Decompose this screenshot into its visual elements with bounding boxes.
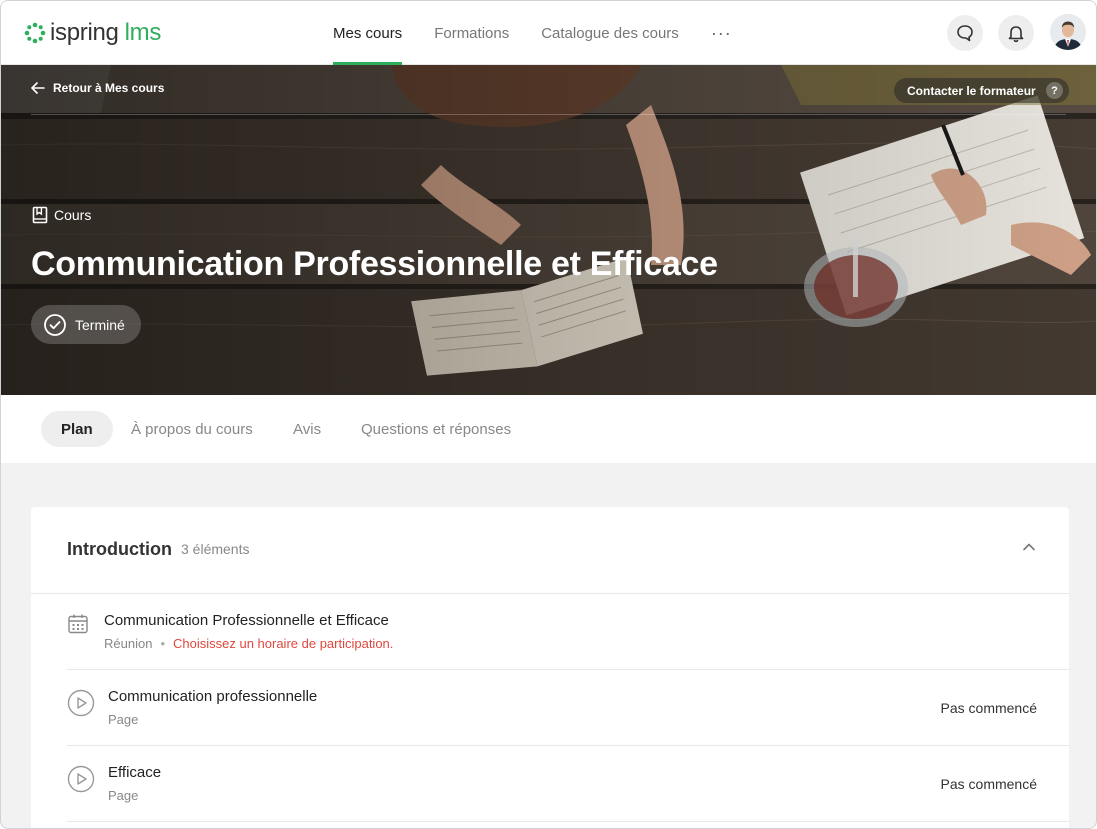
user-avatar[interactable] (1050, 14, 1086, 50)
item-title: Communication professionnelle (108, 688, 318, 705)
tab-reviews[interactable]: Avis (293, 411, 321, 447)
nav-more-button[interactable]: ··· (711, 1, 732, 65)
course-tabs: Plan À propos du cours Avis Questions et… (1, 395, 1096, 463)
item-type: Page (108, 788, 139, 803)
section-title: Introduction (67, 539, 172, 559)
check-circle-icon (44, 313, 66, 336)
help-icon: ? (1046, 82, 1063, 99)
calendar-icon (68, 614, 88, 634)
notifications-button[interactable] (998, 15, 1034, 51)
section-item-count: 3 éléments (181, 541, 250, 557)
completion-status-badge: Terminé (31, 305, 141, 344)
list-item[interactable]: Communication Professionnelle et Efficac… (67, 594, 1069, 670)
main-nav: Mes cours Formations Catalogue des cours… (333, 1, 732, 65)
item-title: Communication Professionnelle et Efficac… (104, 612, 389, 629)
list-item[interactable]: Efficace Page Pas commencé (67, 746, 1069, 822)
play-circle-icon (67, 689, 95, 717)
course-type-text: Cours (54, 207, 92, 223)
back-link-label: Retour à Mes cours (53, 81, 165, 95)
separator-dot: • (160, 636, 165, 651)
course-type-label: Cours (32, 206, 91, 224)
nav-catalogue[interactable]: Catalogue des cours (541, 1, 679, 65)
course-title: Communication Professionnelle et Efficac… (31, 245, 718, 283)
arrow-left-icon (31, 82, 45, 94)
course-hero: Retour à Mes cours Contacter le formateu… (1, 65, 1096, 395)
item-status: Pas commencé (940, 700, 1037, 716)
app-window: ispring lms Mes cours Formations Catalogu… (0, 0, 1097, 829)
contact-trainer-label: Contacter le formateur (907, 83, 1036, 98)
chat-icon (957, 25, 973, 42)
item-title: Efficace (108, 764, 162, 781)
item-type: Réunion (104, 636, 153, 651)
play-circle-icon (67, 765, 95, 793)
tab-questions[interactable]: Questions et réponses (361, 411, 511, 447)
schedule-warning[interactable]: Choisissez un horaire de participation. (173, 636, 393, 651)
list-item[interactable]: Communication professionnelle Page Pas c… (67, 670, 1069, 746)
item-type: Page (108, 712, 139, 727)
bell-icon (1008, 26, 1024, 43)
section-header[interactable]: Introduction 3 éléments (31, 507, 1069, 594)
item-status: Pas commencé (940, 776, 1037, 792)
back-to-courses-link[interactable]: Retour à Mes cours (31, 81, 164, 95)
book-icon (32, 206, 48, 224)
nav-formations[interactable]: Formations (434, 1, 509, 65)
logo-text: ispring lms (50, 19, 162, 46)
chevron-up-icon[interactable] (1021, 539, 1037, 555)
hero-divider (31, 114, 1066, 115)
section-card: Introduction 3 éléments Communication Pr… (31, 507, 1069, 828)
item-meta: Réunion • Choisissez un horaire de parti… (104, 636, 393, 651)
top-bar: ispring lms Mes cours Formations Catalogu… (1, 1, 1096, 65)
tab-about[interactable]: À propos du cours (131, 411, 253, 447)
ispring-logo[interactable]: ispring lms (24, 18, 161, 48)
avatar-portrait (1050, 14, 1086, 50)
nav-mes-cours[interactable]: Mes cours (333, 1, 403, 65)
status-text: Terminé (75, 316, 125, 333)
tab-plan[interactable]: Plan (41, 411, 113, 447)
logo-mark-icon (24, 22, 46, 44)
contact-trainer-button[interactable]: Contacter le formateur ? (894, 78, 1069, 103)
chat-button[interactable] (947, 15, 983, 51)
